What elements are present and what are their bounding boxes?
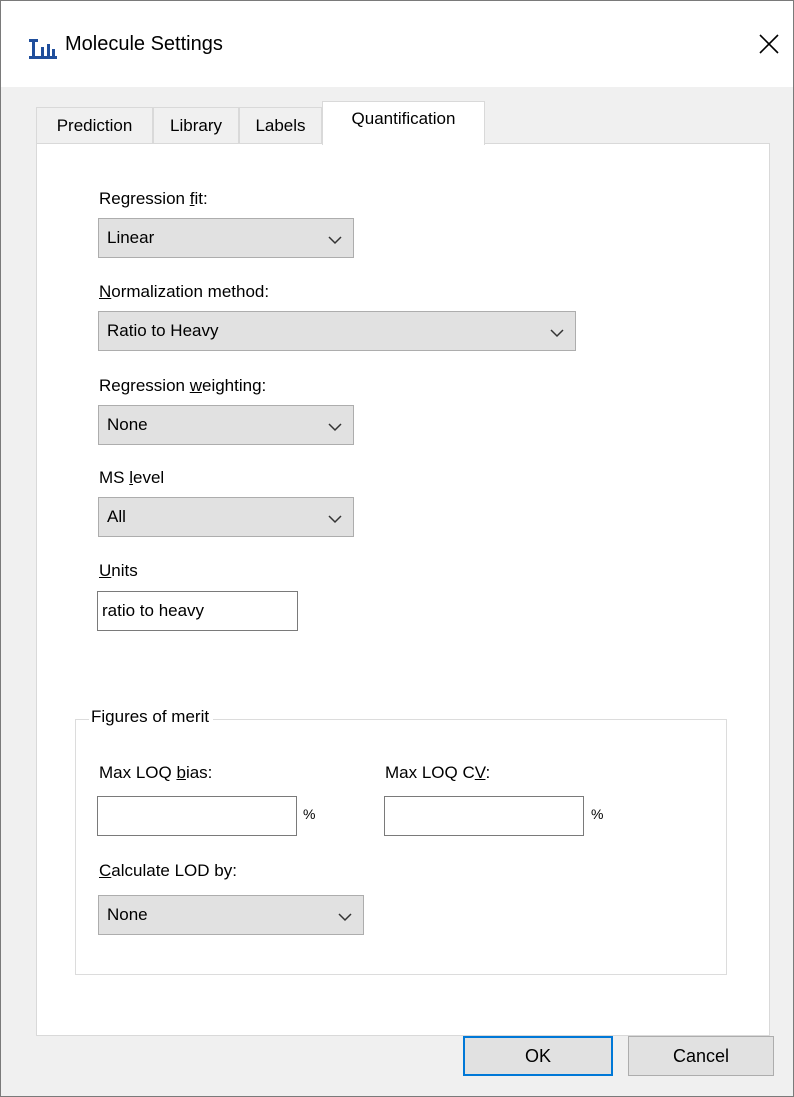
- regression-fit-dropdown[interactable]: Linear: [98, 218, 354, 258]
- regression-weighting-value: None: [107, 415, 148, 434]
- tab-labels[interactable]: Labels: [239, 107, 322, 143]
- tab-label: Prediction: [56, 116, 133, 135]
- figures-of-merit-title: Figures of merit: [89, 707, 214, 727]
- close-button[interactable]: [749, 25, 789, 65]
- regression-fit-label: Regression fit:: [99, 189, 208, 208]
- window-title: Molecule Settings: [65, 33, 223, 55]
- cancel-button[interactable]: Cancel: [628, 1036, 774, 1076]
- tab-prediction[interactable]: Prediction: [36, 107, 153, 143]
- max-loq-bias-label: Max LOQ bias:: [99, 763, 213, 782]
- calculate-lod-by-value: None: [107, 905, 148, 924]
- normalization-method-value: Ratio to Heavy: [107, 321, 219, 340]
- tab-label: Quantification: [351, 109, 456, 128]
- regression-weighting-dropdown[interactable]: None: [98, 405, 354, 445]
- units-input[interactable]: ratio to heavy: [97, 591, 298, 631]
- max-loq-cv-input[interactable]: [384, 796, 584, 836]
- tab-label: Library: [170, 116, 222, 135]
- close-icon: [749, 33, 789, 55]
- tab-label: Labels: [255, 116, 306, 135]
- ms-level-value: All: [107, 507, 126, 526]
- chevron-down-icon: [327, 510, 343, 524]
- ms-level-dropdown[interactable]: All: [98, 497, 354, 537]
- regression-weighting-label: Regression weighting:: [99, 376, 267, 395]
- max-loq-cv-label: Max LOQ CV:: [385, 763, 491, 782]
- regression-fit-value: Linear: [107, 228, 155, 247]
- figures-of-merit-group: [75, 719, 727, 975]
- title-bar: Molecule Settings: [1, 1, 793, 87]
- max-loq-bias-unit: %: [303, 806, 316, 822]
- max-loq-cv-unit: %: [591, 806, 604, 822]
- chevron-down-icon: [327, 418, 343, 432]
- chevron-down-icon: [549, 324, 565, 338]
- calculate-lod-by-label: Calculate LOD by:: [99, 861, 237, 880]
- max-loq-bias-input[interactable]: [97, 796, 297, 836]
- units-label: Units: [99, 561, 138, 580]
- molecule-settings-dialog: Molecule Settings Prediction Library Lab…: [0, 0, 794, 1097]
- normalization-method-dropdown[interactable]: Ratio to Heavy: [98, 311, 576, 351]
- normalization-method-label: Normalization method:: [99, 282, 270, 301]
- molecule-bar-icon: [29, 33, 57, 59]
- ok-button[interactable]: OK: [463, 1036, 613, 1076]
- chevron-down-icon: [337, 908, 353, 922]
- calculate-lod-by-dropdown[interactable]: None: [98, 895, 364, 935]
- tab-library[interactable]: Library: [153, 107, 239, 143]
- tab-quantification[interactable]: Quantification: [322, 101, 485, 145]
- ms-level-label: MS level: [99, 468, 165, 487]
- chevron-down-icon: [327, 231, 343, 245]
